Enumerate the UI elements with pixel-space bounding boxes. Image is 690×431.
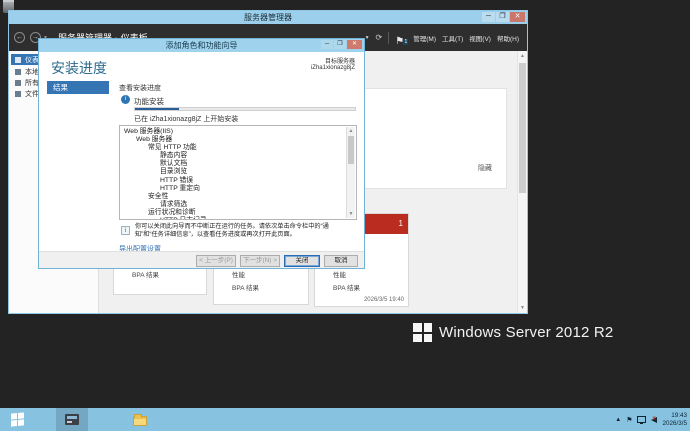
list-scrollbar-thumb[interactable]	[348, 136, 354, 164]
wizard-title: 添加角色和功能向导	[166, 40, 238, 51]
refresh-icon[interactable]: ⟳	[376, 33, 383, 42]
list-scroll-down-icon[interactable]: ▼	[347, 211, 355, 217]
target-server-label: 目标服务器	[311, 56, 355, 65]
tree-item: Web 服务器(IIS)	[122, 128, 344, 136]
tray-date: 2026/3/5	[662, 420, 687, 428]
menu-tools[interactable]: 工具(T)	[442, 33, 463, 43]
taskbar: ▲ ⚑ 19:43 2026/3/5	[0, 408, 690, 431]
tray-clock[interactable]: 19:43 2026/3/5	[662, 412, 687, 428]
tile-row-performance[interactable]: 性能	[232, 269, 245, 279]
servers-icon	[15, 80, 21, 86]
tree-item: HTTP 错误	[122, 177, 344, 185]
wizard-nav-results[interactable]: 结果	[47, 81, 109, 94]
tile-row-performance[interactable]: 性能	[333, 269, 346, 279]
volume-muted-icon[interactable]	[651, 417, 657, 423]
storage-icon	[15, 91, 21, 97]
close-wizard-button[interactable]: 关闭	[284, 255, 320, 267]
start-button[interactable]	[0, 408, 34, 431]
menu-help[interactable]: 帮助(H)	[497, 33, 519, 43]
taskbar-file-explorer-button[interactable]	[124, 408, 156, 431]
dashboard-icon	[15, 57, 21, 63]
tree-item: 请求筛选	[122, 201, 344, 209]
server-icon	[15, 69, 21, 75]
tile-row-bpa[interactable]: BPA 结果	[132, 269, 159, 279]
folder-icon	[133, 416, 147, 426]
windows-logo-icon	[413, 323, 432, 342]
wizard-dialog: 添加角色和功能向导 ─ ❐ ✕ 目标服务器 iZha1xionazg8jZ 安装…	[38, 38, 365, 269]
tree-item: 安全性	[122, 193, 344, 201]
tree-item: Web 服务器	[122, 136, 344, 144]
desktop: Windows Server 2012 R2 服务器管理器 ─ ❐ ✕ ← → …	[0, 0, 690, 431]
tree-item: HTTP 重定向	[122, 185, 344, 193]
hide-welcome-link[interactable]: 隐藏	[478, 163, 492, 173]
tree-item: HTTP 日志记录	[122, 217, 344, 220]
target-server-block: 目标服务器 iZha1xionazg8jZ	[311, 56, 355, 71]
tray-time: 19:43	[662, 412, 687, 420]
taskbar-server-manager-button[interactable]	[56, 408, 88, 431]
header-divider	[388, 32, 389, 44]
note-info-icon: i	[121, 226, 130, 235]
network-icon[interactable]	[637, 416, 646, 423]
close-button[interactable]: ✕	[510, 12, 525, 22]
server-manager-titlebar[interactable]: 服务器管理器 ─ ❐ ✕	[9, 11, 527, 24]
wizard-heading: 安装进度	[51, 58, 107, 78]
tray-flag-icon[interactable]: ⚑	[626, 416, 632, 424]
tree-item: 默认文档	[122, 160, 344, 168]
notification-badge: 1	[403, 39, 408, 45]
next-button[interactable]: 下一步(N) >	[240, 255, 280, 267]
wizard-close-button[interactable]: ✕	[347, 40, 362, 49]
scroll-down-icon[interactable]: ▼	[518, 305, 527, 311]
system-tray: ▲ ⚑ 19:43 2026/3/5	[615, 408, 687, 431]
tile-row-bpa[interactable]: BPA 结果	[333, 282, 360, 292]
wizard-note-text: 你可以关闭此向导而不中断正在运行的任务。请依次单击命令栏中的“通知”和“任务详细…	[135, 223, 351, 239]
menu-manage[interactable]: 管理(M)	[413, 33, 436, 43]
os-watermark-text: Windows Server 2012 R2	[439, 324, 613, 341]
content-scrollbar[interactable]: ▲ ▼	[517, 51, 527, 313]
notifications-flag-icon[interactable]: ⚑ 1	[395, 31, 407, 44]
tree-item: 运行状况和诊断	[122, 209, 344, 217]
tree-item: 静态内容	[122, 152, 344, 160]
tile-row-bpa[interactable]: BPA 结果	[232, 282, 259, 292]
previous-button[interactable]: < 上一步(P)	[196, 255, 236, 267]
wizard-maximize-button[interactable]: ❐	[334, 40, 346, 49]
server-manager-icon	[65, 414, 79, 425]
progress-fill	[135, 108, 179, 110]
back-icon[interactable]: ←	[14, 32, 25, 43]
start-windows-icon	[11, 412, 24, 426]
install-status-text: 已在 iZha1xionazg8jZ 上开始安装	[134, 114, 238, 124]
maximize-button[interactable]: ❐	[496, 12, 509, 22]
task-title: 功能安装	[134, 96, 164, 107]
scrollbar-thumb[interactable]	[519, 63, 526, 193]
info-icon: i	[121, 95, 130, 104]
tile-timestamp: 2026/3/5 19:40	[364, 297, 404, 303]
cancel-button[interactable]: 取消	[324, 255, 358, 267]
tile-alert-count: 1	[399, 219, 403, 228]
list-scroll-up-icon[interactable]: ▲	[347, 128, 355, 134]
list-scrollbar[interactable]: ▲ ▼	[346, 127, 355, 218]
scroll-up-icon[interactable]: ▲	[518, 53, 527, 59]
wizard-minimize-button[interactable]: ─	[321, 40, 333, 49]
tree-item: 常见 HTTP 功能	[122, 144, 344, 152]
tree-item: 目录浏览	[122, 168, 344, 176]
progress-section-label: 查看安装进度	[119, 83, 161, 93]
window-title: 服务器管理器	[244, 12, 292, 23]
wizard-footer: < 上一步(P) 下一步(N) > 关闭 取消	[39, 251, 364, 268]
wizard-titlebar[interactable]: 添加角色和功能向导 ─ ❐ ✕	[39, 39, 364, 52]
progress-bar	[134, 107, 356, 111]
menu-view[interactable]: 视图(V)	[469, 33, 491, 43]
tray-expand-icon[interactable]: ▲	[615, 417, 621, 423]
minimize-button[interactable]: ─	[482, 12, 495, 22]
os-watermark: Windows Server 2012 R2	[413, 323, 613, 342]
chevron-down-icon[interactable]: ▼	[365, 35, 370, 41]
target-server-name: iZha1xionazg8jZ	[311, 65, 355, 71]
feature-tree-list[interactable]: Web 服务器(IIS) Web 服务器 常见 HTTP 功能 静态内容 默认文…	[119, 125, 357, 220]
